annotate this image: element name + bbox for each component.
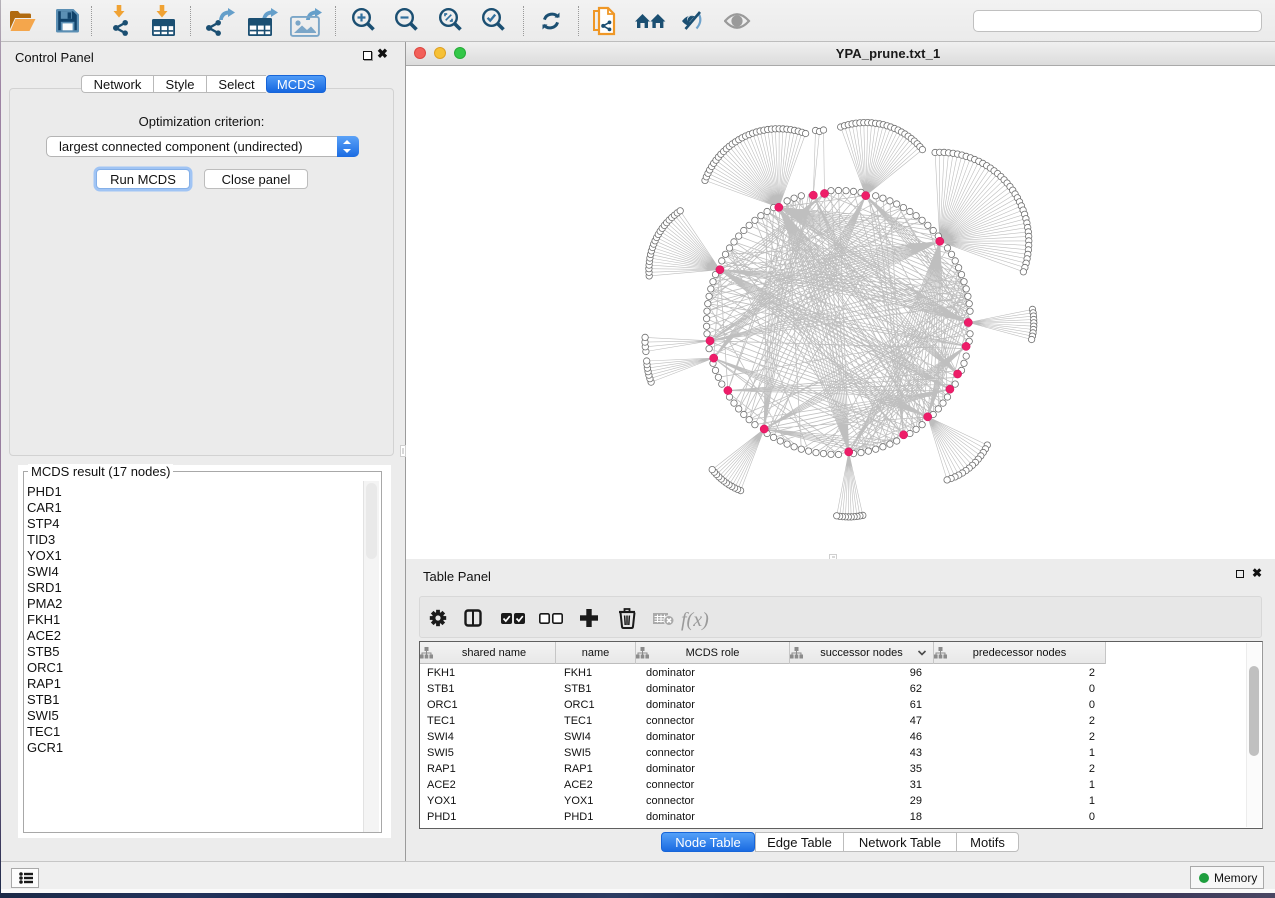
svg-text:f(x): f(x) bbox=[681, 609, 709, 631]
